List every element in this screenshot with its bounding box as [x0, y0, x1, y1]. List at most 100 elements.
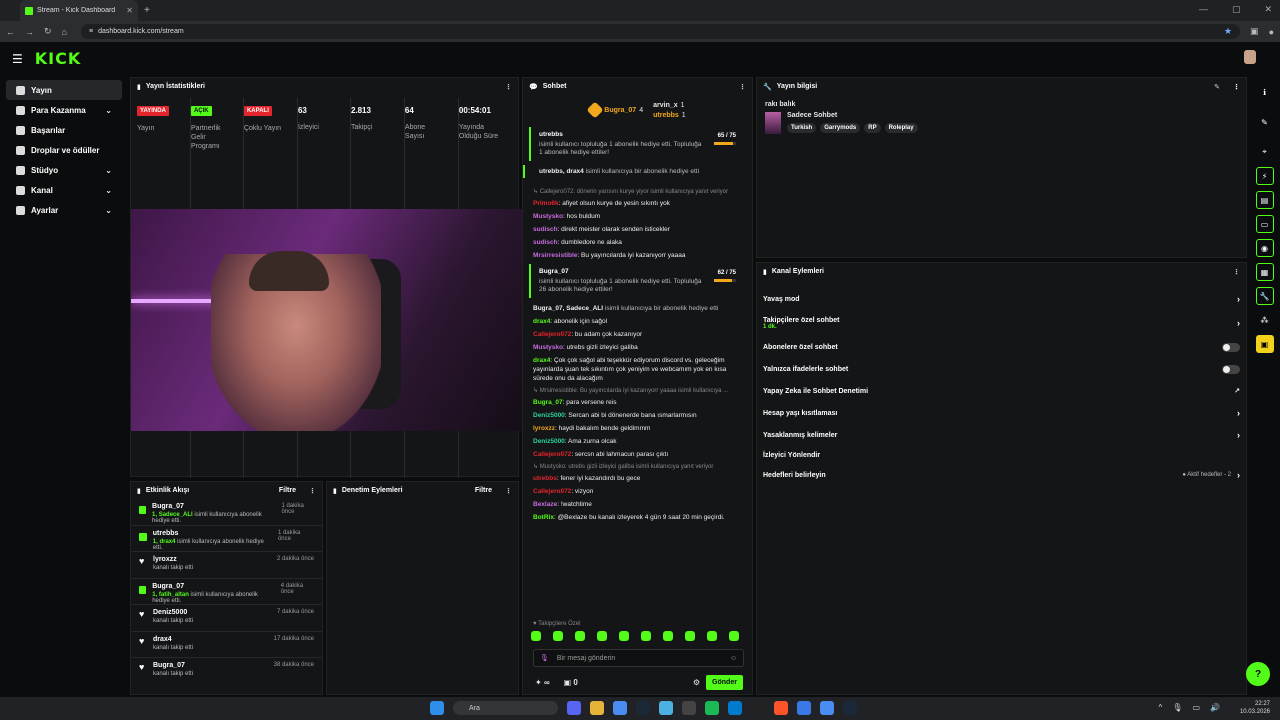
emote-icon[interactable]	[663, 631, 673, 641]
more-menu-icon[interactable]: ⋮	[309, 487, 316, 495]
activity-user[interactable]: drax4	[153, 636, 193, 643]
activity-user[interactable]: Bugra_07	[152, 583, 275, 590]
activity-user[interactable]: Deniz5000	[153, 609, 193, 616]
send-button[interactable]: Gönder	[706, 675, 743, 690]
emoji-icon[interactable]: ☺	[730, 655, 737, 662]
site-info-icon[interactable]: ≡	[89, 28, 93, 35]
emote-icon[interactable]	[707, 631, 717, 641]
volume-icon[interactable]: 🔊	[1210, 703, 1220, 712]
bookmark-star-icon[interactable]: ★	[1224, 26, 1232, 37]
app-icon[interactable]	[659, 701, 673, 715]
chat-user[interactable]: Bugra_07, Sadece_ALI	[533, 305, 603, 312]
home-icon[interactable]: ⌂	[62, 27, 67, 37]
chrome-active-icon[interactable]	[820, 701, 834, 715]
notes-icon[interactable]: ▤	[1255, 191, 1274, 209]
activity-user[interactable]: lyroxzz	[153, 556, 193, 563]
chat-user[interactable]: Callejero072	[533, 331, 571, 338]
sidebar-item-droplar[interactable]: Droplar ve ödüller	[6, 140, 122, 160]
chat-settings-icon[interactable]: ⚙	[693, 678, 700, 687]
chat-user[interactable]: Bugra_07	[533, 399, 563, 406]
top-gifter[interactable]: Bugra_07 4	[586, 101, 643, 119]
back-icon[interactable]: ←	[6, 27, 15, 37]
clip-icon[interactable]: ▣	[1255, 335, 1274, 353]
windows-start-icon[interactable]	[430, 701, 444, 715]
chat-user[interactable]: Mrsirresistible	[533, 252, 577, 259]
file-explorer-icon[interactable]	[590, 701, 604, 715]
forward-icon[interactable]: →	[25, 27, 34, 37]
gifter-name[interactable]: Bugra_07	[539, 268, 738, 275]
more-menu-icon[interactable]: ⋮	[1233, 83, 1240, 91]
discord-icon[interactable]	[567, 701, 581, 715]
sidebar-item-yayin[interactable]: Yayın	[6, 80, 122, 100]
sidebar-item-kanal[interactable]: Kanal ⌄	[6, 180, 122, 200]
quick-action-icon[interactable]: ⚡	[1255, 167, 1274, 185]
info-icon[interactable]: ℹ	[1256, 83, 1274, 101]
taskbar-clock[interactable]: 22:27 10.03.2026	[1240, 700, 1270, 716]
filter-button[interactable]: Filtre	[475, 487, 492, 494]
ai-moderation-row[interactable]: Yapay Zeka ile Sohbet Denetimi ↗	[757, 380, 1246, 402]
chat-user[interactable]: Deniz5000	[533, 412, 565, 419]
sidebar-item-studyo[interactable]: Stüdyo ⌄	[6, 160, 122, 180]
vscode-icon[interactable]	[728, 701, 742, 715]
chat-user[interactable]: drax4	[533, 318, 550, 325]
chrome-icon[interactable]	[613, 701, 627, 715]
gifter-name[interactable]: utrebbs	[539, 131, 738, 138]
user-avatar[interactable]	[1244, 50, 1256, 64]
activity-user[interactable]: Bugra_07	[153, 662, 193, 669]
emote-icon[interactable]	[597, 631, 607, 641]
more-menu-icon[interactable]: ⋮	[505, 487, 512, 495]
activity-user[interactable]: utrebbs	[153, 530, 272, 537]
chat-user[interactable]: lyroxzz	[533, 425, 555, 432]
brave-icon[interactable]	[774, 701, 788, 715]
broadcast-icon[interactable]: ◉	[1255, 239, 1274, 257]
activity-user[interactable]: Bugra_07	[152, 503, 275, 510]
emote-icon[interactable]	[641, 631, 651, 641]
chat-popout-icon[interactable]: ▭	[1255, 215, 1274, 233]
points-counter[interactable]: ✦ ∞	[535, 678, 550, 687]
chat-input[interactable]: 🎙 Bir mesaj gönderin ☺	[533, 649, 744, 667]
steam2-icon[interactable]	[843, 701, 857, 715]
tools-icon[interactable]: 🔧	[1255, 287, 1274, 305]
microphone-icon[interactable]: 🎙	[540, 654, 549, 662]
edit-icon[interactable]: ✎	[1214, 83, 1220, 91]
chat-user[interactable]: Mustysko	[533, 344, 563, 351]
app2-icon[interactable]	[797, 701, 811, 715]
network-icon[interactable]: ▭	[1192, 703, 1200, 712]
chat-user[interactable]: Bexlaze	[533, 501, 557, 508]
close-tab-icon[interactable]: ✕	[126, 6, 133, 15]
url-field[interactable]: ≡ dashboard.kick.com/stream ★	[80, 24, 1241, 39]
extensions-icon[interactable]: ▣	[1250, 26, 1259, 37]
steam-icon[interactable]	[636, 701, 650, 715]
filter-button[interactable]: Filtre	[279, 487, 296, 494]
chat-user[interactable]: sudisch	[533, 226, 558, 233]
account-age-row[interactable]: Hesap yaşı kısıtlaması ›	[757, 402, 1246, 424]
chat-user[interactable]: utrebbs, drax4	[539, 168, 584, 175]
emote-icon[interactable]	[553, 631, 563, 641]
stream-preview-video[interactable]	[131, 209, 523, 431]
sidebar-item-ayarlar[interactable]: Ayarlar ⌄	[6, 200, 122, 220]
browser-tab[interactable]: Stream - Kick Dashboard ✕	[20, 0, 138, 21]
chat-user[interactable]: Mustysko	[533, 213, 563, 220]
taskbar-search[interactable]: Ara	[453, 701, 558, 715]
sidebar-item-basarilar[interactable]: Başarılar	[6, 120, 122, 140]
chat-user[interactable]: utrebbs	[533, 475, 557, 482]
more-menu-icon[interactable]: ⋮	[739, 83, 746, 91]
drops-counter[interactable]: ▣ 0	[564, 678, 578, 687]
sidebar-item-para-kazanma[interactable]: Para Kazanma ⌄	[6, 100, 122, 120]
hamburger-menu-icon[interactable]: ☰	[12, 52, 23, 66]
minimize-icon[interactable]: —	[1199, 4, 1208, 15]
subscribers-only-toggle[interactable]	[1222, 342, 1240, 352]
kick-logo[interactable]: KICK	[35, 49, 82, 68]
chat-user[interactable]: Primo6k	[533, 200, 559, 207]
followers-only-row[interactable]: Takipçilere özel sohbet 1 dk. ›	[757, 310, 1246, 336]
banned-words-row[interactable]: Yasaklanmış kelimeler ›	[757, 424, 1246, 446]
notion-icon[interactable]	[751, 701, 765, 715]
chevron-up-icon[interactable]: ^	[1159, 703, 1163, 712]
help-chat-button[interactable]: ?	[1246, 662, 1270, 686]
mic-icon[interactable]: 🎙	[1172, 703, 1182, 712]
chat-user[interactable]: Deniz5000	[533, 438, 565, 445]
emote-icon[interactable]	[729, 631, 739, 641]
gifter-second[interactable]: arvin_x 1	[653, 102, 686, 109]
close-window-icon[interactable]: ✕	[1264, 4, 1272, 15]
spotify-icon[interactable]	[705, 701, 719, 715]
